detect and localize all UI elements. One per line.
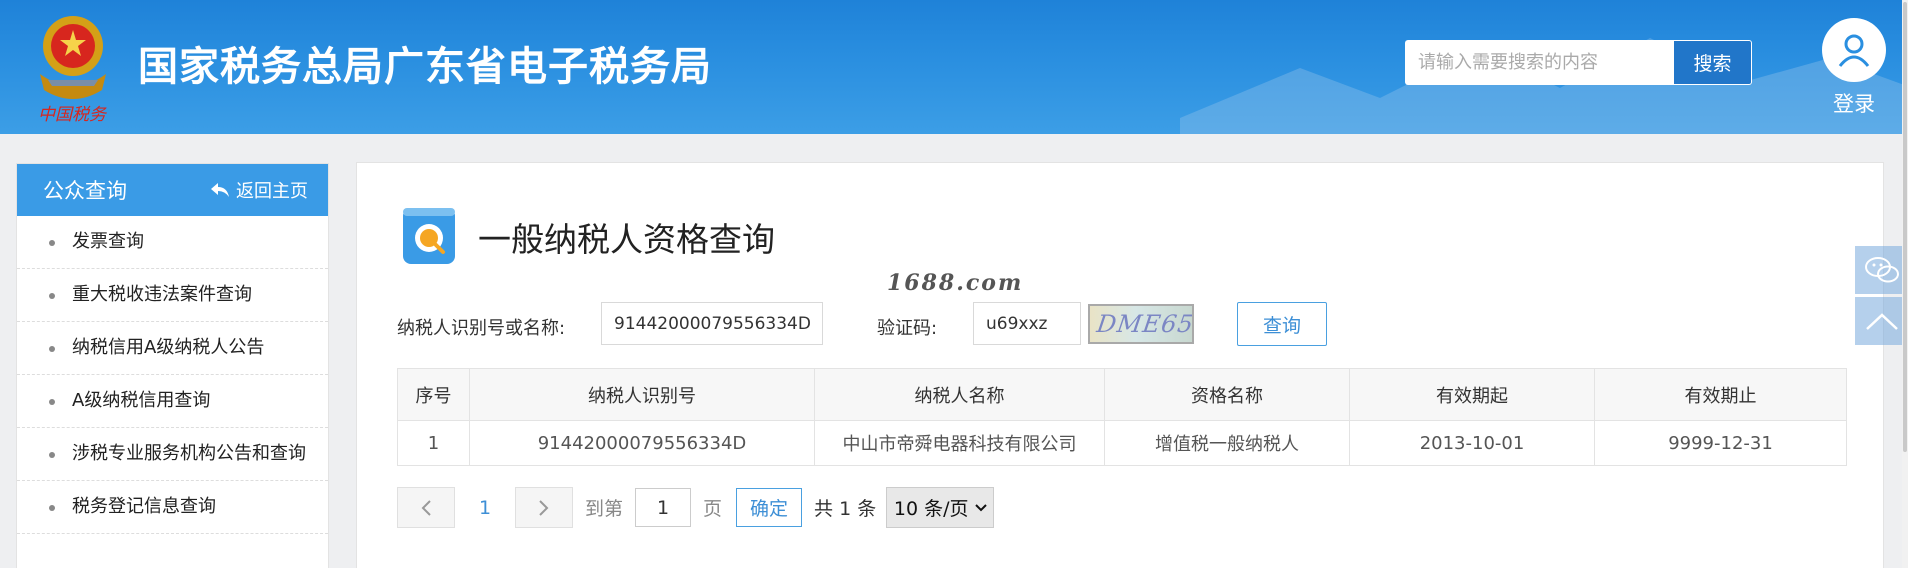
tax-emblem-logo: 中国税务: [38, 16, 108, 125]
prev-page-button[interactable]: [397, 487, 455, 528]
chevron-left-icon: [421, 499, 431, 516]
sidebar-item-tax-registration-query[interactable]: 税务登记信息查询: [17, 481, 328, 534]
back-arrow-icon: [211, 183, 229, 197]
column-header: 序号: [397, 368, 470, 421]
column-header: 纳税人名称: [814, 368, 1105, 421]
chevron-up-icon: [1865, 313, 1898, 330]
sidebar: 公众查询 返回主页 发票查询 重大税收违法案件查询 纳税信用A级纳税人公告 A级…: [16, 163, 329, 568]
sidebar-item-label: 发票查询: [72, 231, 144, 252]
back-home-link[interactable]: 返回主页: [210, 177, 308, 203]
sidebar-header: 公众查询 返回主页: [17, 164, 328, 216]
column-header: 有效期止: [1594, 368, 1847, 421]
scrollbar-thumb[interactable]: [1903, 2, 1907, 452]
cell-index: 1: [397, 420, 470, 466]
query-page-icon: [403, 208, 455, 264]
bullet-icon: [49, 505, 55, 511]
page-size-select[interactable]: 10 条/页: [886, 487, 995, 528]
watermark-text: 1688.com: [887, 270, 1024, 296]
page-title: 一般纳税人资格查询: [478, 220, 775, 259]
column-header: 资格名称: [1104, 368, 1350, 421]
sidebar-item-label: 税务登记信息查询: [72, 496, 216, 517]
wechat-icon: [1864, 257, 1899, 283]
total-count: 共 1 条: [814, 498, 877, 520]
captcha-image[interactable]: DME65P: [1088, 304, 1194, 344]
main-panel: 一般纳税人资格查询 1688.com 纳税人识别号或名称: 验证码: DME65…: [356, 162, 1884, 568]
sidebar-title: 公众查询: [43, 179, 127, 203]
cell-taxpayer-id: 91442000079556334D: [469, 420, 815, 466]
bullet-icon: [49, 293, 55, 299]
captcha-label: 验证码:: [877, 318, 938, 339]
next-page-button[interactable]: [515, 487, 573, 528]
user-icon: [1822, 18, 1886, 82]
sidebar-item-label: 重大税收违法案件查询: [72, 284, 252, 305]
captcha-input[interactable]: [973, 302, 1081, 345]
bullet-icon: [49, 399, 55, 405]
page-size-value: 10 条/页: [893, 498, 969, 520]
page-number-current[interactable]: 1: [455, 497, 515, 519]
column-header: 有效期起: [1349, 368, 1595, 421]
result-table: 序号 纳税人识别号 纳税人名称 资格名称 有效期起 有效期止 1 9144200…: [397, 368, 1847, 466]
back-to-top-button[interactable]: [1855, 297, 1908, 345]
table-header-row: 序号 纳税人识别号 纳税人名称 资格名称 有效期起 有效期止: [397, 368, 1847, 421]
goto-confirm-button[interactable]: 确定: [736, 488, 803, 527]
query-button[interactable]: 查询: [1237, 302, 1327, 346]
sidebar-item-invoice-query[interactable]: 发票查询: [17, 216, 328, 269]
wechat-float-button[interactable]: [1855, 246, 1908, 294]
column-header: 纳税人识别号: [469, 368, 815, 421]
sidebar-item-label: A级纳税信用查询: [72, 390, 211, 411]
bullet-icon: [49, 240, 55, 246]
bullet-icon: [49, 346, 55, 352]
taxpayer-id-input[interactable]: [601, 302, 823, 345]
site-title: 国家税务总局广东省电子税务局: [138, 44, 712, 90]
sidebar-item-major-violation-query[interactable]: 重大税收违法案件查询: [17, 269, 328, 322]
chevron-right-icon: [539, 499, 549, 516]
cell-valid-to: 9999-12-31: [1594, 420, 1847, 466]
cell-valid-from: 2013-10-01: [1349, 420, 1595, 466]
sidebar-item-a-level-announcement[interactable]: 纳税信用A级纳税人公告: [17, 322, 328, 375]
cell-taxpayer-name: 中山市帝舜电器科技有限公司: [814, 420, 1105, 466]
header-search: 搜索: [1405, 40, 1752, 85]
pagination: 1 到第 页 确定 共 1 条 10 条/页: [397, 486, 995, 529]
table-row: 1 91442000079556334D 中山市帝舜电器科技有限公司 增值税一般…: [397, 420, 1847, 466]
login-button[interactable]: 登录: [1820, 18, 1888, 118]
sidebar-item-tax-agency-query[interactable]: 涉税专业服务机构公告和查询: [17, 428, 328, 481]
taxpayer-id-label: 纳税人识别号或名称:: [397, 318, 566, 339]
goto-label: 到第: [585, 498, 624, 520]
sidebar-item-label: 纳税信用A级纳税人公告: [72, 337, 265, 358]
chevron-down-icon: [974, 503, 987, 511]
svg-text:中国税务: 中国税务: [38, 105, 108, 125]
sidebar-item-a-level-credit-query[interactable]: A级纳税信用查询: [17, 375, 328, 428]
search-input[interactable]: [1405, 40, 1673, 85]
page-unit-label: 页: [703, 498, 723, 520]
search-button[interactable]: 搜索: [1673, 40, 1752, 85]
bullet-icon: [49, 452, 55, 458]
sidebar-item-label: 涉税专业服务机构公告和查询: [72, 443, 306, 464]
login-label: 登录: [1833, 92, 1875, 116]
site-header: 中国税务 国家税务总局广东省电子税务局 搜索 登录: [0, 0, 1908, 134]
cell-qualification: 增值税一般纳税人: [1104, 420, 1350, 466]
back-home-label: 返回主页: [236, 181, 308, 202]
goto-page-input[interactable]: [635, 488, 692, 527]
captcha-image-text: DME65P: [1095, 310, 1194, 338]
